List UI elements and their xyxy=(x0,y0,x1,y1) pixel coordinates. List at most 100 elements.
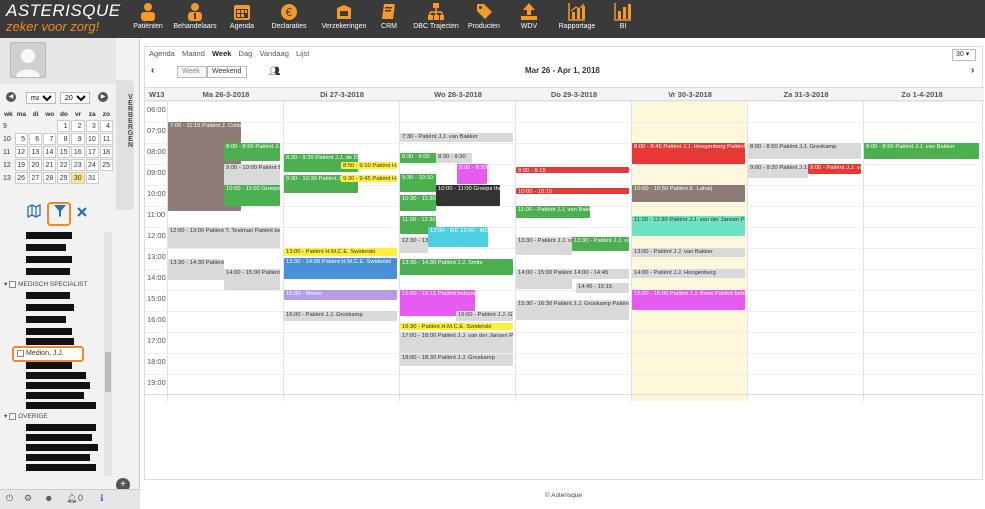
mini-calendar-day[interactable]: 27 xyxy=(29,172,43,184)
mini-calendar-day[interactable]: 10 xyxy=(85,133,99,145)
appointment[interactable]: 10:00 - 10:50 Patiënt E. Lahaij xyxy=(632,185,745,202)
month-select[interactable]: maa xyxy=(26,92,56,104)
weekend-button[interactable]: Weekend xyxy=(207,66,247,78)
mini-calendar-day[interactable]: 12 xyxy=(14,146,29,158)
day-header-tuesday[interactable]: Di 27-3-2018 xyxy=(284,90,400,99)
nav-agenda[interactable]: Agenda xyxy=(225,1,259,37)
mini-calendar-day[interactable]: 13 xyxy=(29,146,43,158)
group-medisch-specialist[interactable]: ▾ MEDISCH SPECIALIST xyxy=(4,280,87,288)
practitioner-checkbox[interactable] xyxy=(17,349,24,357)
appointment[interactable]: 12:00 - MDO 2 xyxy=(458,227,488,247)
appointment[interactable]: 14:00 - 14:45 xyxy=(572,269,629,279)
tree-scrollbar[interactable] xyxy=(104,232,112,476)
next-month-button[interactable]: ▶ xyxy=(98,92,108,102)
avatar[interactable] xyxy=(10,42,46,78)
week-number-cell[interactable]: 13 xyxy=(3,172,14,184)
tab-maand[interactable]: Maand xyxy=(182,49,205,58)
scrollbar-thumb[interactable] xyxy=(105,352,111,392)
next-week-arrow-icon[interactable]: › xyxy=(971,65,974,76)
nav-wdv[interactable]: WDV xyxy=(517,1,541,37)
appointment[interactable]: 13:00 - Patiënt H.M.C.E. Swiderski xyxy=(284,248,397,256)
mini-calendar-day[interactable]: 6 xyxy=(29,133,43,145)
asterisque-logo[interactable]: ASTERISQUE zeker voor zorg! xyxy=(6,2,124,36)
appointment[interactable]: 10:00 - 10:15 xyxy=(516,188,629,194)
week-number-cell[interactable]: 11 xyxy=(3,146,14,158)
appointment[interactable]: 11:00 - Patiënt J.J. van Bakker xyxy=(516,206,590,218)
nav-dbc-trajecten[interactable]: DBC Trajecten xyxy=(413,1,459,37)
appointment[interactable]: 9:00 - Patiënt J.J. van xyxy=(808,164,861,174)
mini-calendar-day[interactable]: 24 xyxy=(85,159,99,171)
appointment[interactable]: 8:00 - 8:45 Patiënt J.J. Hoogenberg Pati… xyxy=(632,143,745,164)
day-header-wednesday[interactable]: Wo 28-3-2018 xyxy=(400,90,516,99)
week-number-cell[interactable]: 9 xyxy=(3,120,14,132)
appointment[interactable]: 14:45 - 15:15 xyxy=(576,283,629,293)
tab-week[interactable]: Week xyxy=(212,49,231,58)
nav-verzekeringen[interactable]: Verzekeringen xyxy=(320,1,368,37)
mini-calendar-day[interactable]: 3 xyxy=(85,120,99,132)
appointment[interactable]: 15:00 - Memo xyxy=(284,290,397,300)
appointment[interactable]: 10:00 - 11:00 Groeps therapie Test reser… xyxy=(224,185,280,206)
group-checkbox[interactable] xyxy=(9,412,17,420)
prev-month-button[interactable]: ◀ xyxy=(6,92,16,102)
mini-calendar-day[interactable]: 16 xyxy=(71,146,85,158)
nav-bi[interactable]: BI xyxy=(611,1,635,37)
appointment[interactable]: 7:30 - Patiënt J.J. van Bakker xyxy=(400,133,513,142)
users-icon[interactable]: ☻ xyxy=(44,493,53,503)
tab-lijst[interactable]: Lijst xyxy=(296,49,309,58)
tab-agenda[interactable]: Agenda xyxy=(149,49,175,58)
appointment[interactable]: 8:00 - 8:50 Patiënt J.J. Groskamp xyxy=(748,143,861,159)
appointment[interactable]: 9:00 - 9:15 xyxy=(516,167,629,173)
mini-calendar-day[interactable]: 22 xyxy=(57,159,71,171)
mini-calendar-day[interactable]: 14 xyxy=(43,146,57,158)
group-overige[interactable]: ▾ OVERIGE xyxy=(4,412,48,420)
appointment[interactable]: 13:30 - Patiënt J.J. van xyxy=(516,237,572,255)
mini-calendar-day[interactable]: 25 xyxy=(99,159,113,171)
appointment[interactable]: 15:00 - 16:00 Patiënt J.J. Bees Patiënt … xyxy=(632,290,745,310)
mini-calendar-day[interactable]: 7 xyxy=(43,133,57,145)
week-number-cell[interactable]: 10 xyxy=(3,133,14,145)
appointment[interactable]: 10:00 - 11:00 Groeps therapie Test reser… xyxy=(436,185,500,206)
zoom-select[interactable]: 30 ▾ xyxy=(952,49,976,61)
mini-calendar-day[interactable]: 18 xyxy=(99,146,113,158)
hide-sidebar-tab[interactable]: VERBERGEN xyxy=(116,80,134,210)
mini-calendar-day[interactable]: 8 xyxy=(57,133,71,145)
mini-calendar-day[interactable]: 26 xyxy=(14,172,29,184)
nav-patienten[interactable]: Patiënten xyxy=(129,1,167,37)
nav-behandelaars[interactable]: Behandelaars xyxy=(173,1,217,37)
day-header-saturday[interactable]: Za 31-3-2018 xyxy=(748,90,864,99)
appointment[interactable]: 16:00 - Patiënt J.J. Groskamp xyxy=(284,311,397,321)
nav-rapportage[interactable]: Rapportage xyxy=(557,1,597,37)
appointment[interactable]: 17:00 - 18:00 Patiënt J.J. van der Janse… xyxy=(400,332,513,353)
nav-declaraties[interactable]: € Declaraties xyxy=(269,1,309,37)
appointment[interactable]: 12:30 - 13:00 xyxy=(400,237,428,253)
mini-calendar-day[interactable]: 29 xyxy=(57,172,71,184)
info-icon[interactable]: ℹ xyxy=(100,493,103,504)
mini-calendar-day[interactable]: 19 xyxy=(14,159,29,171)
mini-calendar-day[interactable]: 20 xyxy=(29,159,43,171)
appointment[interactable]: 13:30 - Patiënt J.J. van xyxy=(572,237,629,251)
prev-week-arrow-icon[interactable]: ‹ xyxy=(151,65,154,76)
mini-calendar-day[interactable]: 4 xyxy=(99,120,113,132)
appointment[interactable]: 9:00 - 10:00 Patiënt B. Geuman xyxy=(224,164,280,185)
mini-calendar-day[interactable]: 9 xyxy=(71,133,85,145)
power-icon[interactable]: ⏻ xyxy=(6,493,13,504)
mini-calendar-day[interactable]: 23 xyxy=(71,159,85,171)
appointment[interactable]: 14:00 - 15:00 Patiënt J.J. van xyxy=(516,269,572,289)
mini-calendar-day[interactable]: 17 xyxy=(85,146,99,158)
mini-calendar-day[interactable]: 15 xyxy=(57,146,71,158)
appointment[interactable]: 8:50 - 9:10 Patiënt H.M.C.E. xyxy=(341,162,397,169)
week-button[interactable]: Week xyxy=(177,66,207,78)
appointment[interactable]: 8:30 - 9:30 xyxy=(436,153,472,163)
group-checkbox[interactable] xyxy=(9,280,17,288)
mini-calendar-day[interactable]: 21 xyxy=(43,159,57,171)
appointment[interactable]: 12:00 - 13:00 Patiënt T. Testman Patiënt… xyxy=(168,227,280,248)
appointment[interactable]: 13:00 - Patiënt J.J. van Bakker xyxy=(632,248,745,257)
day-header-thursday[interactable]: Do 29-3-2018 xyxy=(516,90,632,99)
tab-dag[interactable]: Dag xyxy=(239,49,253,58)
day-header-friday[interactable]: Vr 30-3-2018 xyxy=(632,90,748,99)
mini-calendar-day[interactable]: 30 xyxy=(71,172,85,184)
mini-calendar-day[interactable]: 2 xyxy=(71,120,85,132)
mini-calendar-day[interactable]: 1 xyxy=(57,120,71,132)
appointment[interactable]: 10:30 - 11:30 Patiënt J.J. Smits xyxy=(400,195,436,211)
appointment[interactable]: 11:30 - 12:30 Patiënt J.J. van der Janse… xyxy=(632,216,745,236)
